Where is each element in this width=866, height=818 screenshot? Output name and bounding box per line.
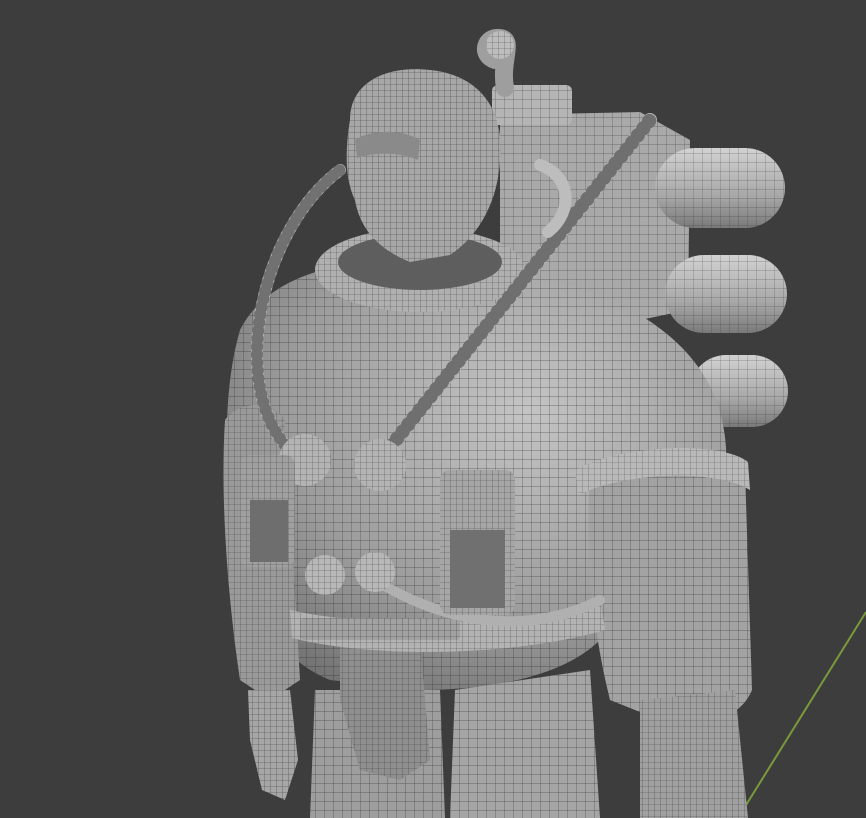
viewport-canvas bbox=[223, 28, 866, 818]
diver-mesh[interactable] bbox=[223, 28, 788, 818]
head bbox=[346, 69, 501, 262]
right-arm bbox=[575, 448, 752, 818]
3d-viewport[interactable] bbox=[0, 0, 866, 818]
y-axis-line bbox=[737, 611, 866, 818]
